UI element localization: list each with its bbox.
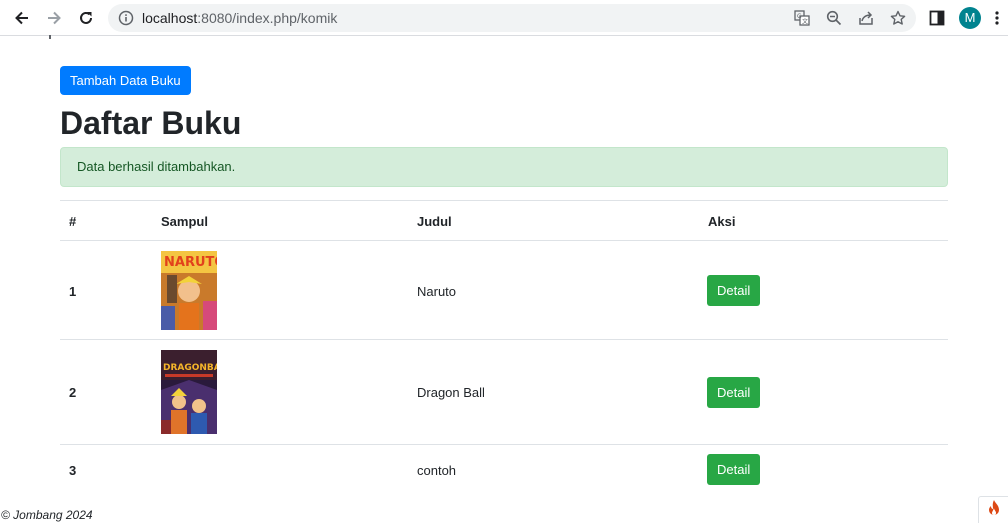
svg-text:文: 文 xyxy=(802,18,808,26)
table-row: 3 contoh Detail xyxy=(60,444,948,496)
profile-avatar[interactable]: M xyxy=(959,7,981,29)
table-row: 2 DRAGONBALL Dragon Ball Detail xyxy=(60,339,948,444)
page-content: Tambah Data Buku Daftar Buku Data berhas… xyxy=(0,35,1008,523)
row-number: 1 xyxy=(69,284,77,299)
kebab-menu-icon[interactable] xyxy=(990,7,1004,29)
column-header-cover: Sampul xyxy=(161,214,208,229)
reload-icon[interactable] xyxy=(74,6,98,30)
books-table: # Sampul Judul Aksi 1 NARUTO xyxy=(60,200,948,496)
row-number: 2 xyxy=(69,385,77,400)
info-icon[interactable] xyxy=(118,10,134,26)
url-host: localhost xyxy=(142,10,198,26)
bookmark-star-icon[interactable] xyxy=(889,9,907,27)
url-text[interactable]: localhost:8080/index.php/komik xyxy=(142,4,337,32)
naruto-cover-image: NARUTO xyxy=(161,251,217,330)
column-header-title: Judul xyxy=(417,214,452,229)
stray-mark xyxy=(49,35,51,39)
page-title: Daftar Buku xyxy=(60,105,242,141)
zoom-out-icon[interactable] xyxy=(825,9,843,27)
forward-arrow-icon[interactable] xyxy=(42,6,66,30)
share-icon[interactable] xyxy=(857,9,875,27)
detail-button[interactable]: Detail xyxy=(707,377,761,408)
address-bar[interactable]: localhost:8080/index.php/komik G文 xyxy=(108,4,916,32)
add-book-button[interactable]: Tambah Data Buku xyxy=(60,66,191,95)
browser-toolbar: localhost:8080/index.php/komik G文 M xyxy=(0,0,1008,36)
table-row: 1 NARUTO Naruto Detail xyxy=(60,240,948,339)
translate-icon[interactable]: G文 xyxy=(793,9,811,27)
row-title: Naruto xyxy=(417,284,457,299)
row-title: contoh xyxy=(417,463,457,478)
dragon-ball-cover-image: DRAGONBALL xyxy=(161,350,217,434)
footer-copyright: © Jombang 2024 xyxy=(1,508,93,522)
flame-icon xyxy=(987,499,1001,522)
back-arrow-icon[interactable] xyxy=(10,6,34,30)
table-header-row: # Sampul Judul Aksi xyxy=(60,200,948,240)
column-header-action: Aksi xyxy=(708,214,736,229)
column-header-number: # xyxy=(69,214,77,229)
detail-button[interactable]: Detail xyxy=(707,275,761,306)
debug-toolbar-toggle[interactable] xyxy=(978,496,1008,523)
svg-text:DRAGONBALL: DRAGONBALL xyxy=(163,363,217,373)
row-number: 3 xyxy=(69,463,77,478)
url-path: :8080/index.php/komik xyxy=(197,10,338,26)
row-title: Dragon Ball xyxy=(417,385,485,400)
side-panel-icon[interactable] xyxy=(926,7,948,29)
detail-button[interactable]: Detail xyxy=(707,454,761,485)
svg-text:NARUTO: NARUTO xyxy=(164,255,217,270)
success-alert: Data berhasil ditambahkan. xyxy=(60,147,948,187)
